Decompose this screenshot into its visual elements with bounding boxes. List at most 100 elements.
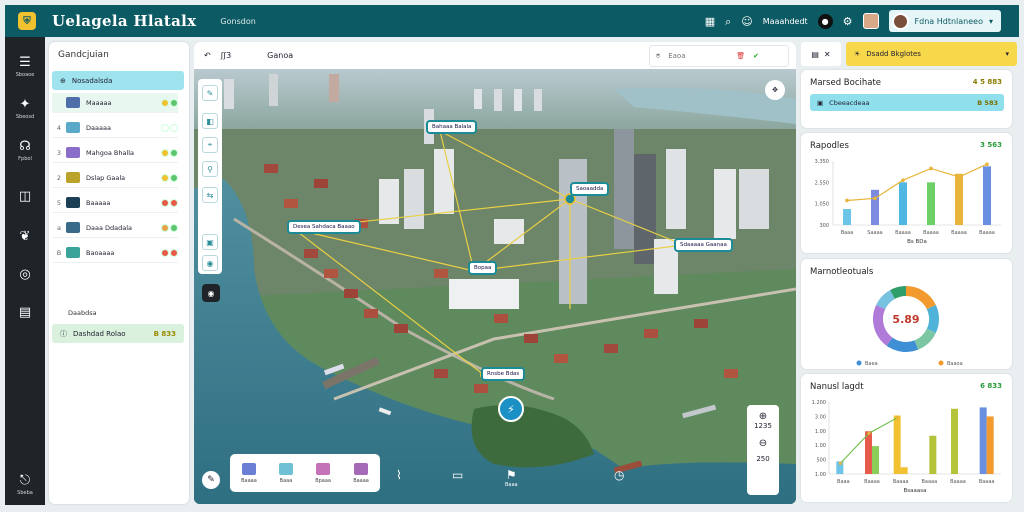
pin-tool-icon[interactable]: ⚑ Baaa xyxy=(505,468,518,488)
list-item[interactable]: B Baoaaaa xyxy=(52,243,178,263)
x-tick-label: Baaaa xyxy=(893,479,909,485)
bar xyxy=(872,446,879,474)
map-pin[interactable]: Bopaa xyxy=(468,261,498,275)
header-menu-label[interactable]: Maaahdedt xyxy=(763,17,808,26)
summary-value: B 833 xyxy=(153,329,176,338)
bottom-tool-button[interactable]: Baaa xyxy=(278,462,293,484)
series-point xyxy=(873,196,877,201)
list-item[interactable]: a Daaa Ddadala xyxy=(52,218,178,238)
notification-icon[interactable]: ● xyxy=(817,13,833,29)
summary-row[interactable]: ⓘ Dashdad Rolao B 833 xyxy=(52,324,184,343)
y-tick-label: 3.350 xyxy=(815,159,829,165)
map-pin[interactable]: Rnsbe Bdas xyxy=(481,367,526,381)
list-item[interactable]: 4 Daaaaa xyxy=(52,118,178,138)
list-item-label: Daaa Ddadala xyxy=(86,223,133,232)
list-item[interactable]: 2 Dslap Gaala xyxy=(52,168,178,188)
map-pin[interactable]: Bahaaa Balala xyxy=(426,120,478,134)
map-pin[interactable]: Desea Sahdaca Baaao xyxy=(287,220,361,234)
map-pin[interactable]: Sdaaaaa Gaanaa xyxy=(674,238,733,252)
draw-tool-button[interactable]: ✎ xyxy=(202,85,218,101)
bottom-tool-button[interactable]: Baaaa xyxy=(353,462,369,484)
grid-icon: ▤ xyxy=(811,49,819,59)
x-tick-label: Baaaa xyxy=(950,479,966,485)
status-dot-icon xyxy=(170,123,178,132)
history-icon[interactable]: ◷ xyxy=(614,468,624,482)
aerial-map[interactable] xyxy=(194,69,796,504)
status-bar[interactable]: ▣ Cbeeacdeaa B 583 xyxy=(810,94,1004,111)
back-icon[interactable]: ↶ xyxy=(204,51,211,60)
list-item-index: 4 xyxy=(56,123,62,132)
rail-label: Sbeba xyxy=(17,490,33,496)
bar xyxy=(955,173,963,225)
logout-icon: ⎋ xyxy=(19,473,31,488)
map-search-input[interactable] xyxy=(668,52,729,60)
filter-tool-button[interactable]: ⚲ xyxy=(202,161,218,177)
status-bar-value: B 583 xyxy=(977,98,998,107)
status-dot-icon xyxy=(170,223,178,232)
status-dot-icon xyxy=(161,198,169,207)
list-item-index: a xyxy=(57,223,61,232)
layer-tool-button[interactable]: ◧ xyxy=(202,113,218,129)
bar xyxy=(900,467,908,474)
reports-icon[interactable]: ▦ xyxy=(705,16,715,27)
check-icon[interactable]: ✔ xyxy=(753,52,759,60)
rail-item-documents[interactable]: ▤ xyxy=(5,305,45,320)
hub-marker-icon[interactable]: ⚡ xyxy=(498,396,524,422)
chart-2: 5.89 Baea Baaoa xyxy=(856,286,963,367)
bottom-tool-button[interactable]: Baaaa xyxy=(241,462,257,484)
map-view[interactable]: ↶ ʃʃ3 Ganoa ⌾ 🗑 ✔ xyxy=(194,42,796,504)
series-point xyxy=(845,198,849,203)
rail-item-logout[interactable]: ⎋ Sbeba xyxy=(5,473,45,496)
donut-slice xyxy=(914,328,936,350)
rail-item-panels[interactable]: ◫ xyxy=(5,189,45,204)
panel-menu-button[interactable]: ▤ ✕ xyxy=(801,42,841,66)
list-item[interactable]: 3 Mahgoa Bhalla xyxy=(52,143,178,163)
bottom-tool-button[interactable]: Bpaaa xyxy=(315,462,331,484)
rail-item-targets[interactable]: ◎ xyxy=(5,267,45,282)
photo-tool-button[interactable]: ▣ xyxy=(202,234,218,250)
status-dot-icon xyxy=(161,123,169,132)
donut-chart-card: Marnotleotuals 5.89 Baea Baaoa xyxy=(801,259,1012,369)
map-search[interactable]: ⌾ 🗑 ✔ xyxy=(649,45,789,67)
map-pin[interactable]: Saoaadda xyxy=(570,182,610,196)
compass-icon[interactable]: ✥ xyxy=(765,80,785,100)
card-title: Marnotleotuals xyxy=(810,267,874,277)
rail-item-network[interactable]: ❦ xyxy=(5,229,45,244)
chat-icon[interactable]: ☺ xyxy=(741,16,752,27)
close-icon: ✕ xyxy=(823,49,831,59)
settings-icon[interactable]: ⚙ xyxy=(843,16,853,27)
rail-item-alerts[interactable]: ☊ Fpbol xyxy=(5,139,45,162)
chevron-down-icon: ▾ xyxy=(988,16,993,26)
secondary-avatar[interactable] xyxy=(862,13,879,29)
tool-label: Baaaa xyxy=(241,477,257,484)
list-header[interactable]: ⊕ Nosadalsda xyxy=(52,71,184,90)
rail-item-favorites[interactable]: ✦ Sbeosd xyxy=(5,97,45,120)
map-toolbar-label: Ganoa xyxy=(267,51,294,60)
asset-type-icon xyxy=(66,222,80,233)
asset-type-icon xyxy=(66,197,80,208)
status-dots xyxy=(161,223,178,232)
x-tick-label: Baaa xyxy=(841,230,854,236)
y-tick-label: 1.00 xyxy=(815,472,826,478)
zoom-out-icon[interactable]: ⊖ xyxy=(747,438,779,449)
rail-label: Fpbol xyxy=(18,156,32,162)
series-point xyxy=(901,178,905,182)
list-item-label: Dslap Gaala xyxy=(86,173,126,182)
zoom-in-icon[interactable]: ⊕ xyxy=(747,411,779,422)
donut-slice xyxy=(890,286,907,299)
y-tick-label: 1.00 xyxy=(815,443,826,449)
rail-item-layers[interactable]: ☰ Sboaoe xyxy=(5,55,45,78)
search-icon[interactable]: ⌕ xyxy=(725,16,731,27)
measure-tool-button[interactable]: ⌖ xyxy=(202,137,218,153)
route-tool-button[interactable]: ⇆ xyxy=(202,187,218,203)
list-item[interactable]: 5 Baaaaa xyxy=(52,193,178,213)
clipboard-icon[interactable]: ▭ xyxy=(452,468,463,482)
delete-icon[interactable]: 🗑 xyxy=(736,52,745,60)
list-item[interactable]: Maaaaa xyxy=(52,93,178,113)
camera-tool-button[interactable]: ◉ xyxy=(202,255,218,271)
ruler-icon[interactable]: ⌇ xyxy=(396,468,402,482)
analytics-dropdown[interactable]: ☀ Dsadd Bkglotes ▾ xyxy=(846,42,1017,66)
my-location-button[interactable]: ◉ xyxy=(202,284,220,302)
pencil-icon[interactable]: ✎ xyxy=(202,471,220,489)
user-menu[interactable]: Fdna Hdtnlaneeo ▾ xyxy=(888,10,1001,32)
